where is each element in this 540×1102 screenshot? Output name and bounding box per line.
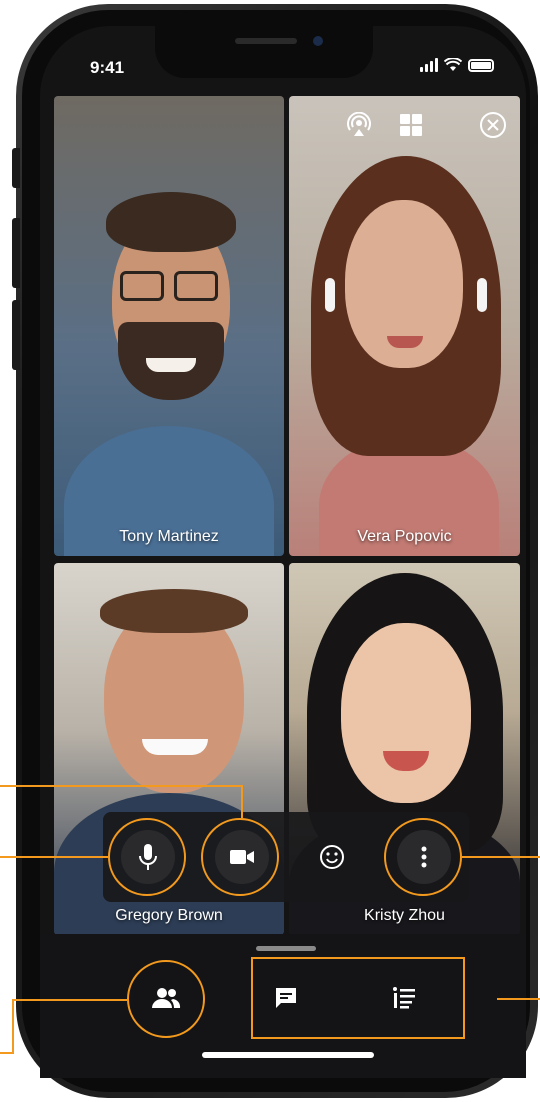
camera-button[interactable] xyxy=(215,830,269,884)
home-indicator xyxy=(202,1052,374,1058)
mute-callout-line xyxy=(0,856,108,858)
wifi-icon xyxy=(444,58,462,71)
status-time: 9:41 xyxy=(90,58,125,77)
emoji-icon xyxy=(320,845,344,869)
more-icon xyxy=(421,846,427,868)
camera-callout-line xyxy=(0,785,243,787)
video-tile-vera[interactable]: Vera Popovic xyxy=(289,96,520,556)
participant-name: Vera Popovic xyxy=(357,528,452,545)
battery-icon xyxy=(468,58,494,72)
chat-agenda-highlight-box xyxy=(251,957,465,1039)
call-controls xyxy=(103,812,469,902)
participant-name: Kristy Zhou xyxy=(364,907,445,924)
microphone-icon xyxy=(139,844,157,870)
cast-icon xyxy=(347,112,371,136)
participants-button[interactable] xyxy=(136,968,196,1028)
notch xyxy=(155,26,373,78)
smile xyxy=(146,358,196,372)
glasses-left xyxy=(120,271,164,301)
grid-view-icon xyxy=(400,114,422,136)
participants-callout-arm xyxy=(12,999,127,1001)
volume-down-button xyxy=(12,300,20,370)
grid-view-button[interactable] xyxy=(396,110,426,140)
top-toolbar xyxy=(344,110,508,140)
video-tile-tony[interactable]: Tony Martinez xyxy=(54,96,284,556)
camera-callout-connector xyxy=(241,785,243,818)
earbud-right xyxy=(477,278,487,312)
close-button[interactable] xyxy=(478,110,508,140)
close-icon xyxy=(480,112,506,138)
participants-icon xyxy=(152,988,181,1008)
status-icons xyxy=(420,58,494,72)
speaker-grille xyxy=(235,38,297,44)
chat-callout-line xyxy=(497,998,540,1000)
participant-name: Tony Martinez xyxy=(119,528,219,545)
glasses-right xyxy=(174,271,218,301)
mute-button[interactable] xyxy=(121,830,175,884)
signal-icon xyxy=(420,58,438,72)
front-camera xyxy=(313,36,323,46)
mute-switch xyxy=(12,148,20,188)
smile xyxy=(142,739,208,755)
reactions-button[interactable] xyxy=(305,830,359,884)
volume-up-button xyxy=(12,218,20,288)
drag-handle[interactable] xyxy=(256,946,316,951)
cast-button[interactable] xyxy=(344,110,374,140)
more-callout-line xyxy=(462,856,540,858)
participant-hair xyxy=(106,192,236,252)
participant-hair xyxy=(100,589,248,633)
more-options-button[interactable] xyxy=(397,830,451,884)
earbud-left xyxy=(325,278,335,312)
participant-face xyxy=(341,623,471,803)
participants-callout-connector xyxy=(12,999,14,1054)
participant-name: Gregory Brown xyxy=(115,907,223,924)
camera-icon xyxy=(230,850,254,864)
